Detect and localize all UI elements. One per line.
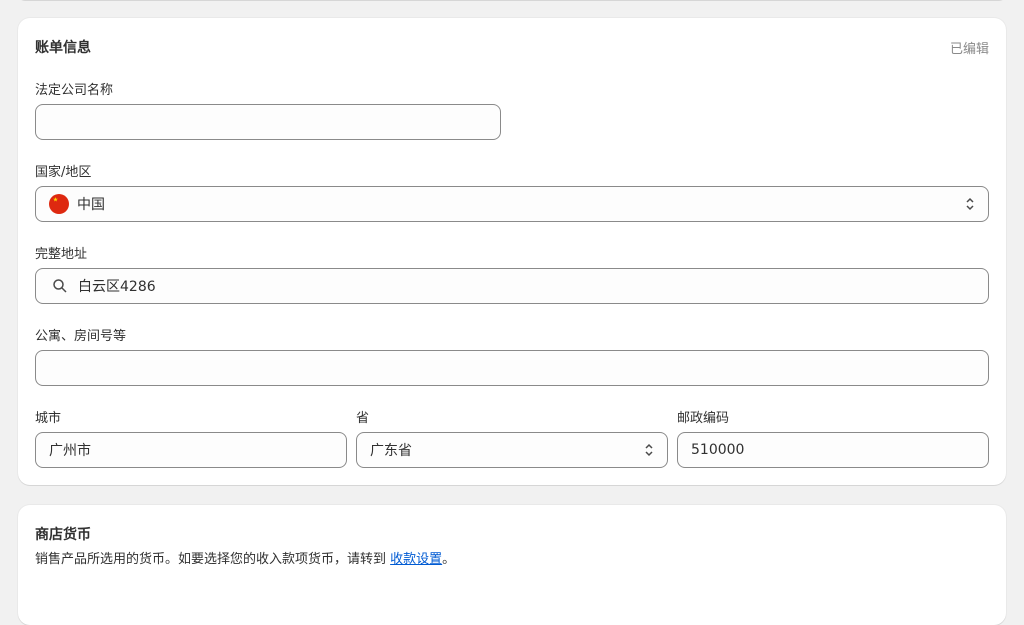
billing-info-card: 账单信息 已编辑 法定公司名称 国家/地区 中国 完整地址 白云区4286 公寓…: [18, 18, 1006, 485]
postal-code-value: 510000: [691, 442, 745, 458]
select-chevron-icon: [645, 443, 653, 457]
search-icon: [53, 279, 67, 293]
china-flag-icon: [49, 194, 69, 214]
apartment-label: 公寓、房间号等: [35, 329, 127, 344]
select-chevron-icon: [966, 197, 974, 211]
payment-settings-link[interactable]: 收款设置: [390, 552, 442, 567]
billing-title: 账单信息: [35, 40, 91, 56]
currency-desc-prefix: 销售产品所选用的货币。如要选择您的收入款项货币，请转到: [35, 552, 391, 567]
address-label: 完整地址: [35, 247, 88, 262]
city-input[interactable]: 广州市: [35, 432, 347, 468]
currency-title: 商店货币: [35, 527, 91, 543]
country-value: 中国: [77, 197, 105, 213]
company-label: 法定公司名称: [35, 83, 114, 98]
address-value: 白云区4286: [78, 279, 156, 295]
apartment-input[interactable]: [35, 350, 989, 386]
country-select[interactable]: 中国: [35, 186, 989, 222]
edited-status: 已编辑: [949, 42, 989, 57]
city-value: 广州市: [49, 443, 91, 459]
store-currency-card: 商店货币 销售产品所选用的货币。如要选择您的收入款项货币，请转到 收款设置。: [18, 505, 1006, 625]
country-label: 国家/地区: [35, 165, 92, 180]
province-value: 广东省: [370, 443, 412, 459]
city-label: 城市: [35, 411, 62, 426]
company-name-input[interactable]: [35, 104, 501, 140]
currency-description: 销售产品所选用的货币。如要选择您的收入款项货币，请转到 收款设置。: [35, 548, 455, 567]
postal-code-input[interactable]: 510000: [677, 432, 989, 468]
province-label: 省: [356, 411, 370, 426]
currency-desc-suffix: 。: [442, 552, 456, 567]
address-input[interactable]: 白云区4286: [35, 268, 989, 304]
postal-label: 邮政编码: [677, 411, 730, 426]
province-select[interactable]: 广东省: [356, 432, 668, 468]
